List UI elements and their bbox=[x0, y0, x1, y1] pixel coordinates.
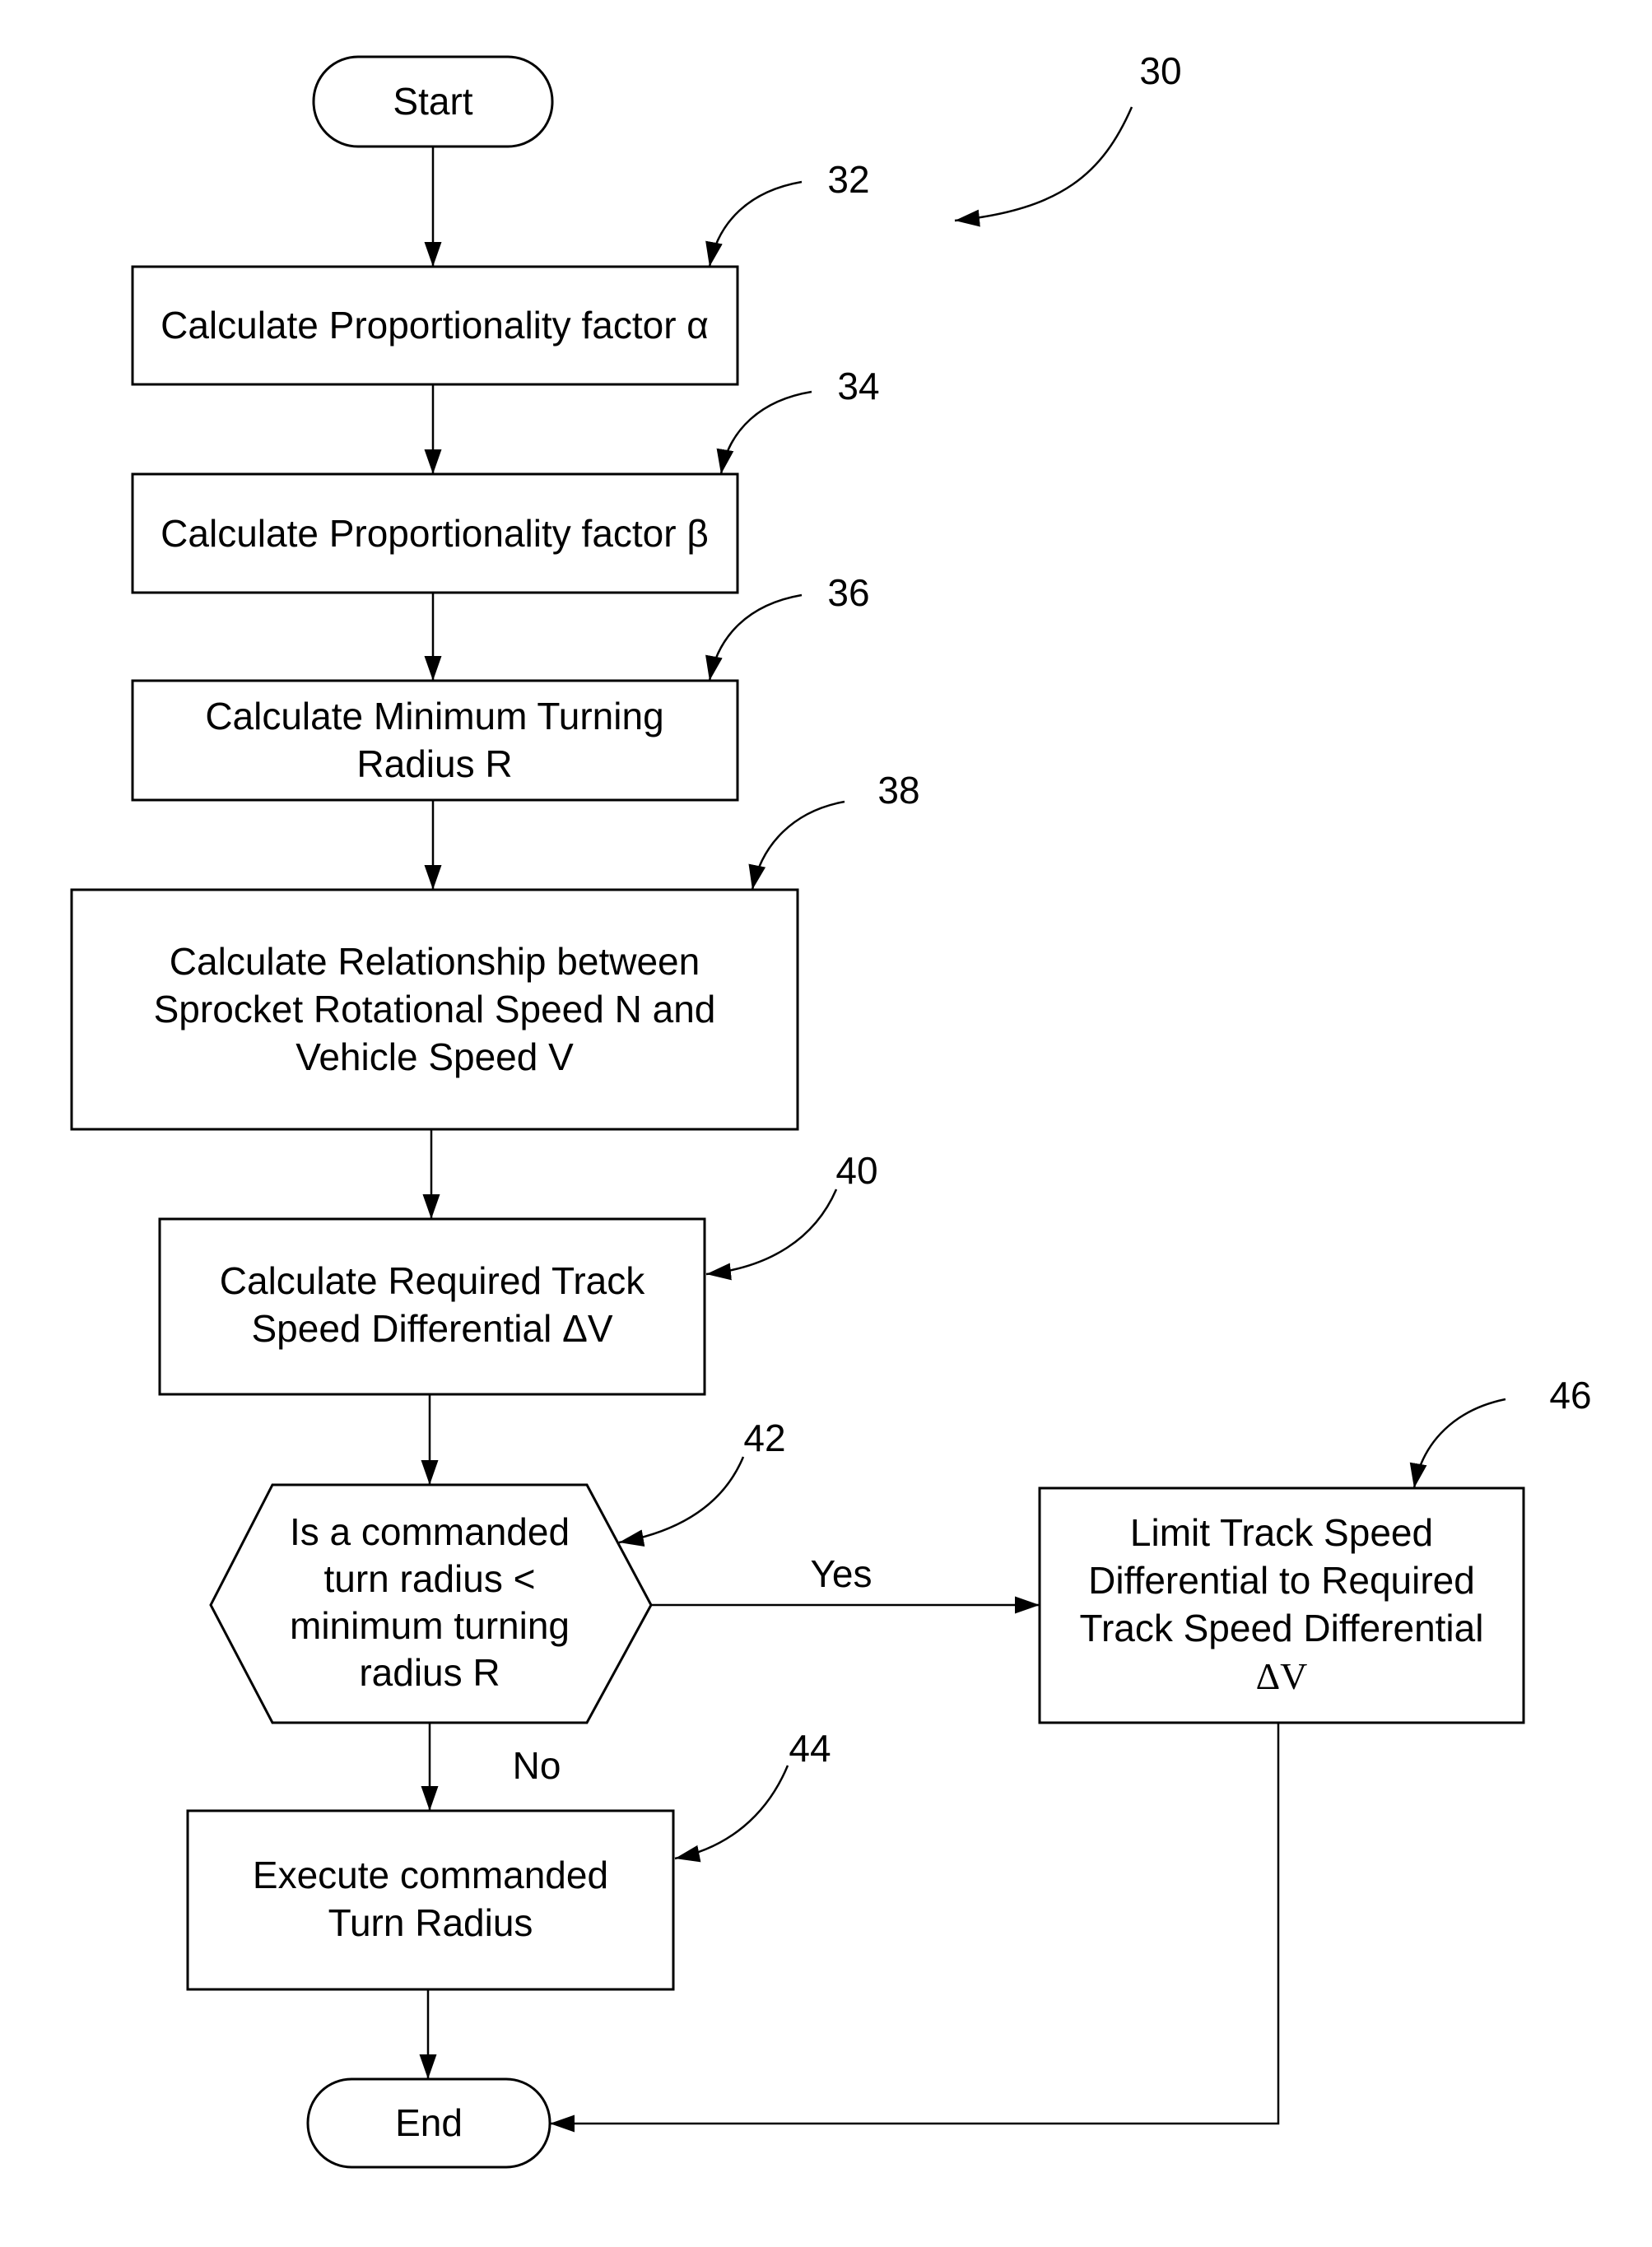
ref-38: 38 bbox=[877, 769, 919, 812]
step-46-text-line3: Track Speed Differential bbox=[1080, 1607, 1484, 1649]
leader-42 bbox=[618, 1456, 745, 1547]
figure-reference-leader bbox=[954, 106, 1133, 227]
step-44-box: Execute commanded Turn Radius bbox=[186, 1809, 675, 1991]
flowchart: 30 Start Calculate Proportionality facto… bbox=[70, 49, 1592, 2169]
step-32-box: Calculate Proportionality factor α bbox=[131, 265, 739, 386]
decision-42-text-line3: minimum turning bbox=[290, 1604, 570, 1647]
step-32-text: Calculate Proportionality factor α bbox=[161, 304, 709, 347]
step-38-box: Calculate Relationship between Sprocket … bbox=[70, 888, 799, 1131]
step-44-text-line2: Turn Radius bbox=[328, 1901, 533, 1944]
end-label: End bbox=[395, 2101, 463, 2144]
leader-34 bbox=[716, 390, 812, 475]
ref-42: 42 bbox=[743, 1417, 785, 1459]
step-36-box: Calculate Minimum Turning Radius R bbox=[131, 679, 739, 802]
figure-reference-label: 30 bbox=[1139, 49, 1181, 92]
start-terminal: Start bbox=[312, 55, 554, 148]
step-34-box: Calculate Proportionality factor β bbox=[131, 472, 739, 594]
step-38-text-line2: Sprocket Rotational Speed N and bbox=[154, 988, 716, 1030]
step-34-text: Calculate Proportionality factor β bbox=[161, 512, 709, 555]
leader-46 bbox=[1409, 1398, 1506, 1489]
step-40-box: Calculate Required Track Speed Different… bbox=[158, 1217, 706, 1396]
step-36-text-line2: Radius R bbox=[356, 742, 512, 785]
leader-38 bbox=[748, 800, 845, 891]
leader-40 bbox=[705, 1189, 838, 1281]
step-46-text-line1: Limit Track Speed bbox=[1130, 1511, 1433, 1554]
ref-36: 36 bbox=[827, 571, 869, 614]
ref-34: 34 bbox=[837, 365, 879, 407]
leader-36 bbox=[705, 593, 803, 682]
start-label: Start bbox=[393, 80, 472, 123]
step-46-box: Limit Track Speed Differential to Requir… bbox=[1038, 1486, 1525, 1724]
ref-32: 32 bbox=[827, 158, 869, 201]
leader-44 bbox=[674, 1765, 789, 1863]
ref-46: 46 bbox=[1549, 1374, 1591, 1417]
decision-42-text-line4: radius R bbox=[359, 1651, 500, 1694]
no-label: No bbox=[513, 1744, 561, 1787]
end-terminal: End bbox=[306, 2077, 551, 2169]
yes-label: Yes bbox=[810, 1552, 872, 1595]
step-40-text-line2: Speed Differential ΔV bbox=[251, 1307, 612, 1350]
step-44-text-line1: Execute commanded bbox=[253, 1854, 608, 1896]
step-46-text-line2: Differential to Required bbox=[1088, 1559, 1475, 1602]
step-46-text-line4: ΔV bbox=[1256, 1655, 1308, 1697]
step-38-text-line1: Calculate Relationship between bbox=[170, 940, 700, 983]
decision-42-text-line2: turn radius < bbox=[324, 1557, 536, 1600]
decision-42-text-line1: Is a commanded bbox=[290, 1510, 570, 1553]
step-40-text-line1: Calculate Required Track bbox=[220, 1259, 645, 1302]
step-38-text-line3: Vehicle Speed V bbox=[295, 1035, 574, 1078]
decision-42-hexagon: Is a commanded turn radius < minimum tur… bbox=[209, 1483, 653, 1724]
leader-32 bbox=[705, 180, 803, 268]
step-36-text-line1: Calculate Minimum Turning bbox=[205, 695, 663, 737]
ref-44: 44 bbox=[789, 1727, 831, 1770]
ref-40: 40 bbox=[835, 1149, 877, 1192]
